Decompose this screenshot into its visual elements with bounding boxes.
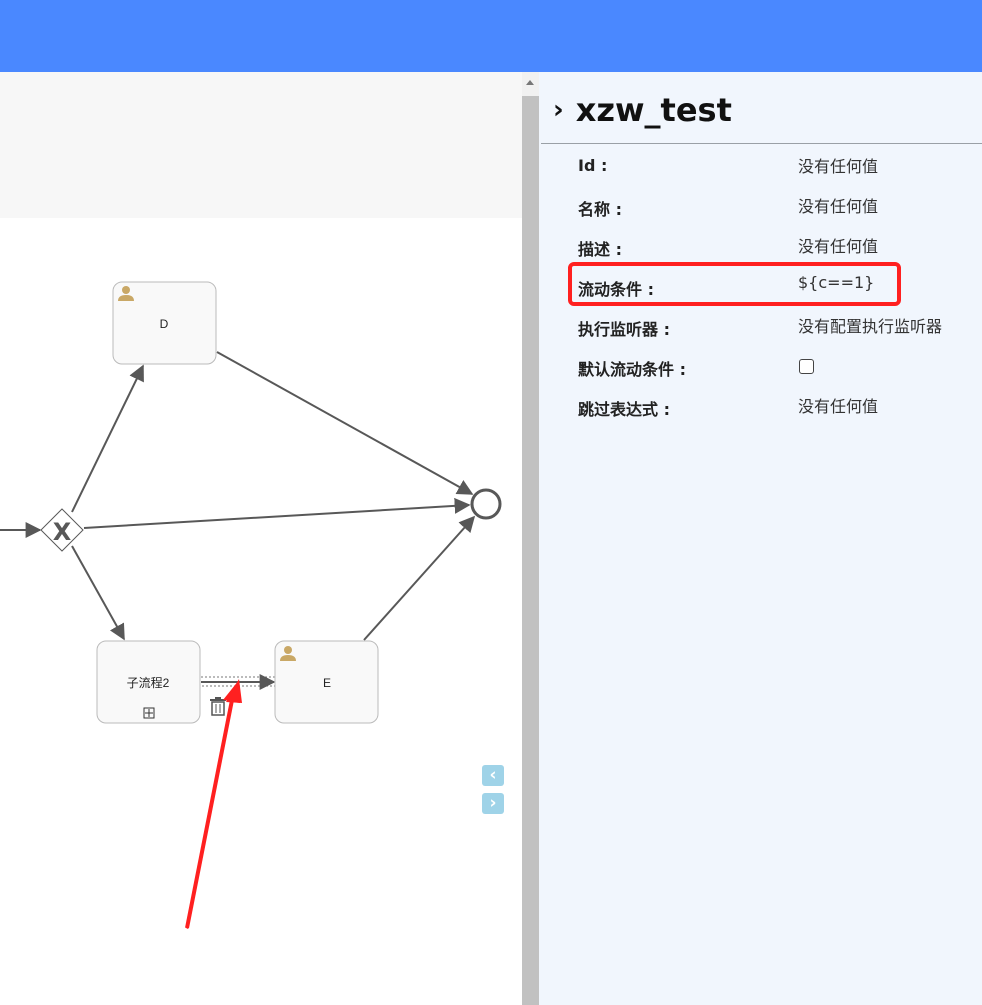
default-flow-checkbox[interactable] <box>799 359 814 374</box>
gateway-marker: X <box>53 518 72 546</box>
chevron-right-icon[interactable]: › <box>482 793 504 814</box>
property-label: 描述 : <box>578 240 622 259</box>
annotation-highlight-box <box>568 262 901 306</box>
property-row-name[interactable]: 名称 : 没有任何值 <box>539 186 982 226</box>
properties-panel: › xzw_test Id : 没有任何值 名称 : 没有任何值 描述 : 没有… <box>539 72 982 1005</box>
property-label: 执行监听器 : <box>578 320 670 339</box>
trash-icon[interactable] <box>210 697 226 716</box>
task-label: D <box>160 317 169 331</box>
flow-gateway-to-d[interactable] <box>71 364 144 513</box>
property-value[interactable]: 没有配置执行监听器 <box>798 313 942 337</box>
flow-d-to-end[interactable] <box>216 351 474 495</box>
property-label: 默认流动条件 : <box>578 360 686 379</box>
divider <box>541 143 982 144</box>
property-row-id[interactable]: Id : 没有任何值 <box>539 146 982 186</box>
element-title: xzw_test <box>575 91 732 129</box>
property-row-skip-expression[interactable]: 跳过表达式 : 没有任何值 <box>539 386 982 426</box>
property-value[interactable]: 没有任何值 <box>798 193 878 217</box>
app-header-bar <box>0 0 982 72</box>
bpmn-canvas[interactable]: D X 子流程2 E ‹ › <box>0 218 522 1005</box>
exclusive-gateway[interactable]: X <box>40 508 84 552</box>
property-value[interactable]: 没有任何值 <box>798 393 878 417</box>
panel-header[interactable]: › xzw_test <box>553 90 732 130</box>
chevron-right-icon[interactable]: › <box>553 95 564 125</box>
chevron-left-icon[interactable]: ‹ <box>482 765 504 786</box>
property-label: Id : <box>578 156 608 175</box>
selected-flow-subprocess-to-e[interactable] <box>196 674 279 690</box>
property-label: 名称 : <box>578 200 622 219</box>
flow-gateway-to-subprocess[interactable] <box>71 545 125 641</box>
editor-toolbar-area <box>0 72 522 218</box>
task-label: E <box>323 676 331 690</box>
sub-process-2[interactable]: 子流程2 <box>96 640 201 724</box>
flow-e-to-end[interactable] <box>363 515 476 641</box>
end-event[interactable] <box>470 488 502 520</box>
subprocess-label: 子流程2 <box>127 675 170 690</box>
property-value[interactable]: 没有任何值 <box>798 233 878 257</box>
flow-gateway-to-end[interactable] <box>83 497 471 529</box>
user-task-d[interactable]: D <box>112 281 217 365</box>
vertical-scrollbar[interactable] <box>522 72 539 1005</box>
property-row-execution-listeners[interactable]: 执行监听器 : 没有配置执行监听器 <box>539 306 982 346</box>
property-label: 跳过表达式 : <box>578 400 670 419</box>
bpmn-diagram: D X 子流程2 E <box>0 281 502 724</box>
property-row-description[interactable]: 描述 : 没有任何值 <box>539 226 982 266</box>
property-value[interactable]: 没有任何值 <box>798 153 878 177</box>
user-task-e[interactable]: E <box>274 640 379 724</box>
scroll-up-button[interactable] <box>522 72 539 96</box>
property-row-default-flow[interactable]: 默认流动条件 : <box>539 346 982 386</box>
